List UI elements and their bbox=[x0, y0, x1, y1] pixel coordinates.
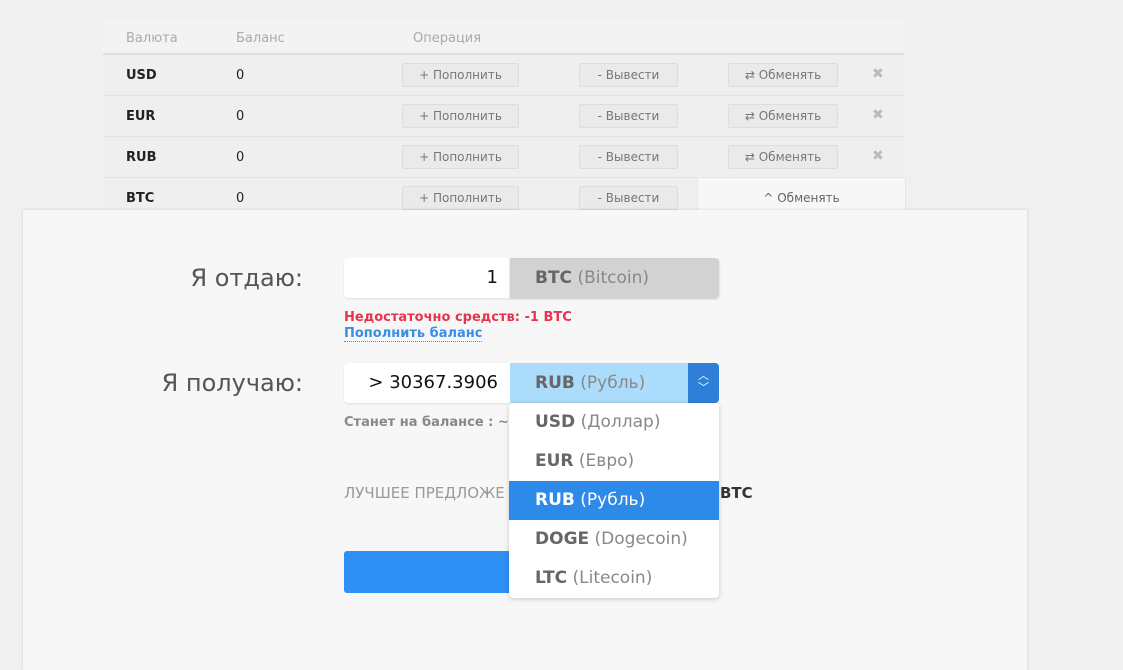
give-currency-code: BTC bbox=[535, 268, 573, 288]
deposit-button[interactable]: + Пополнить bbox=[402, 63, 519, 87]
currency-code: USD bbox=[126, 68, 157, 83]
remove-icon[interactable]: ✖ bbox=[872, 66, 884, 82]
currency-code: BTC bbox=[126, 191, 155, 206]
error-message: Недостаточно средств: -1 BTC bbox=[344, 310, 572, 325]
topup-link[interactable]: Пополнить баланс bbox=[344, 326, 483, 342]
select-arrows-icon[interactable]: ︿ ﹀ bbox=[688, 363, 719, 403]
balance-value: 0 bbox=[236, 150, 245, 165]
table-row: EUR 0 + Пополнить - Вывести ⇄ Обменять ✖ bbox=[103, 96, 904, 137]
currency-code: EUR bbox=[126, 109, 156, 124]
balance-after: Станет на балансе : ~ 30 bbox=[344, 415, 532, 430]
withdraw-button[interactable]: - Вывести bbox=[579, 186, 678, 210]
withdraw-button[interactable]: - Вывести bbox=[579, 145, 678, 169]
best-offer-label: ЛУЧШЕЕ ПРЕДЛОЖЕ bbox=[344, 484, 505, 502]
currency-dropdown: USD (Доллар) EUR (Евро) RUB (Рубль) DOGE… bbox=[509, 403, 719, 598]
header-operation: Операция bbox=[413, 31, 482, 46]
deposit-button[interactable]: + Пополнить bbox=[402, 104, 519, 128]
balance-value: 0 bbox=[236, 191, 245, 206]
get-currency-name: (Рубль) bbox=[580, 373, 646, 393]
table-header: Валюта Баланс Операция bbox=[103, 20, 904, 55]
option-ltc[interactable]: LTC (Litecoin) bbox=[509, 559, 719, 598]
exchange-button[interactable]: ⇄ Обменять bbox=[728, 104, 838, 128]
exchange-button[interactable]: ⇄ Обменять bbox=[728, 145, 838, 169]
option-rub[interactable]: RUB (Рубль) bbox=[509, 481, 719, 520]
give-currency-name: (Bitcoin) bbox=[577, 268, 649, 288]
give-label: Я отдаю: bbox=[190, 264, 303, 292]
deposit-button[interactable]: + Пополнить bbox=[402, 186, 519, 210]
table-row: RUB 0 + Пополнить - Вывести ⇄ Обменять ✖ bbox=[103, 137, 904, 178]
exchange-button[interactable]: ⇄ Обменять bbox=[728, 63, 838, 87]
withdraw-button[interactable]: - Вывести bbox=[579, 63, 678, 87]
give-currency-select[interactable]: BTC (Bitcoin) bbox=[510, 258, 719, 298]
give-amount-input[interactable]: 1 bbox=[344, 258, 510, 298]
best-offer-currency: BTC bbox=[720, 484, 753, 502]
withdraw-button[interactable]: - Вывести bbox=[579, 104, 678, 128]
balance-value: 0 bbox=[236, 109, 245, 124]
get-currency-select[interactable]: RUB (Рубль) ︿ ﹀ bbox=[510, 363, 719, 403]
get-label: Я получаю: bbox=[161, 369, 303, 397]
deposit-button[interactable]: + Пополнить bbox=[402, 145, 519, 169]
table-row: USD 0 + Пополнить - Вывести ⇄ Обменять ✖ bbox=[103, 55, 904, 96]
header-balance: Баланс bbox=[236, 31, 285, 46]
header-currency: Валюта bbox=[126, 31, 178, 46]
balance-value: 0 bbox=[236, 68, 245, 83]
get-currency-code: RUB bbox=[535, 373, 575, 393]
option-doge[interactable]: DOGE (Dogecoin) bbox=[509, 520, 719, 559]
remove-icon[interactable]: ✖ bbox=[872, 148, 884, 164]
get-amount-input[interactable]: > 30367.3906 bbox=[344, 363, 510, 403]
balances-table: Валюта Баланс Операция USD 0 + Пополнить… bbox=[103, 20, 906, 220]
option-eur[interactable]: EUR (Евро) bbox=[509, 442, 719, 481]
option-usd[interactable]: USD (Доллар) bbox=[509, 403, 719, 442]
remove-icon[interactable]: ✖ bbox=[872, 107, 884, 123]
currency-code: RUB bbox=[126, 150, 157, 165]
